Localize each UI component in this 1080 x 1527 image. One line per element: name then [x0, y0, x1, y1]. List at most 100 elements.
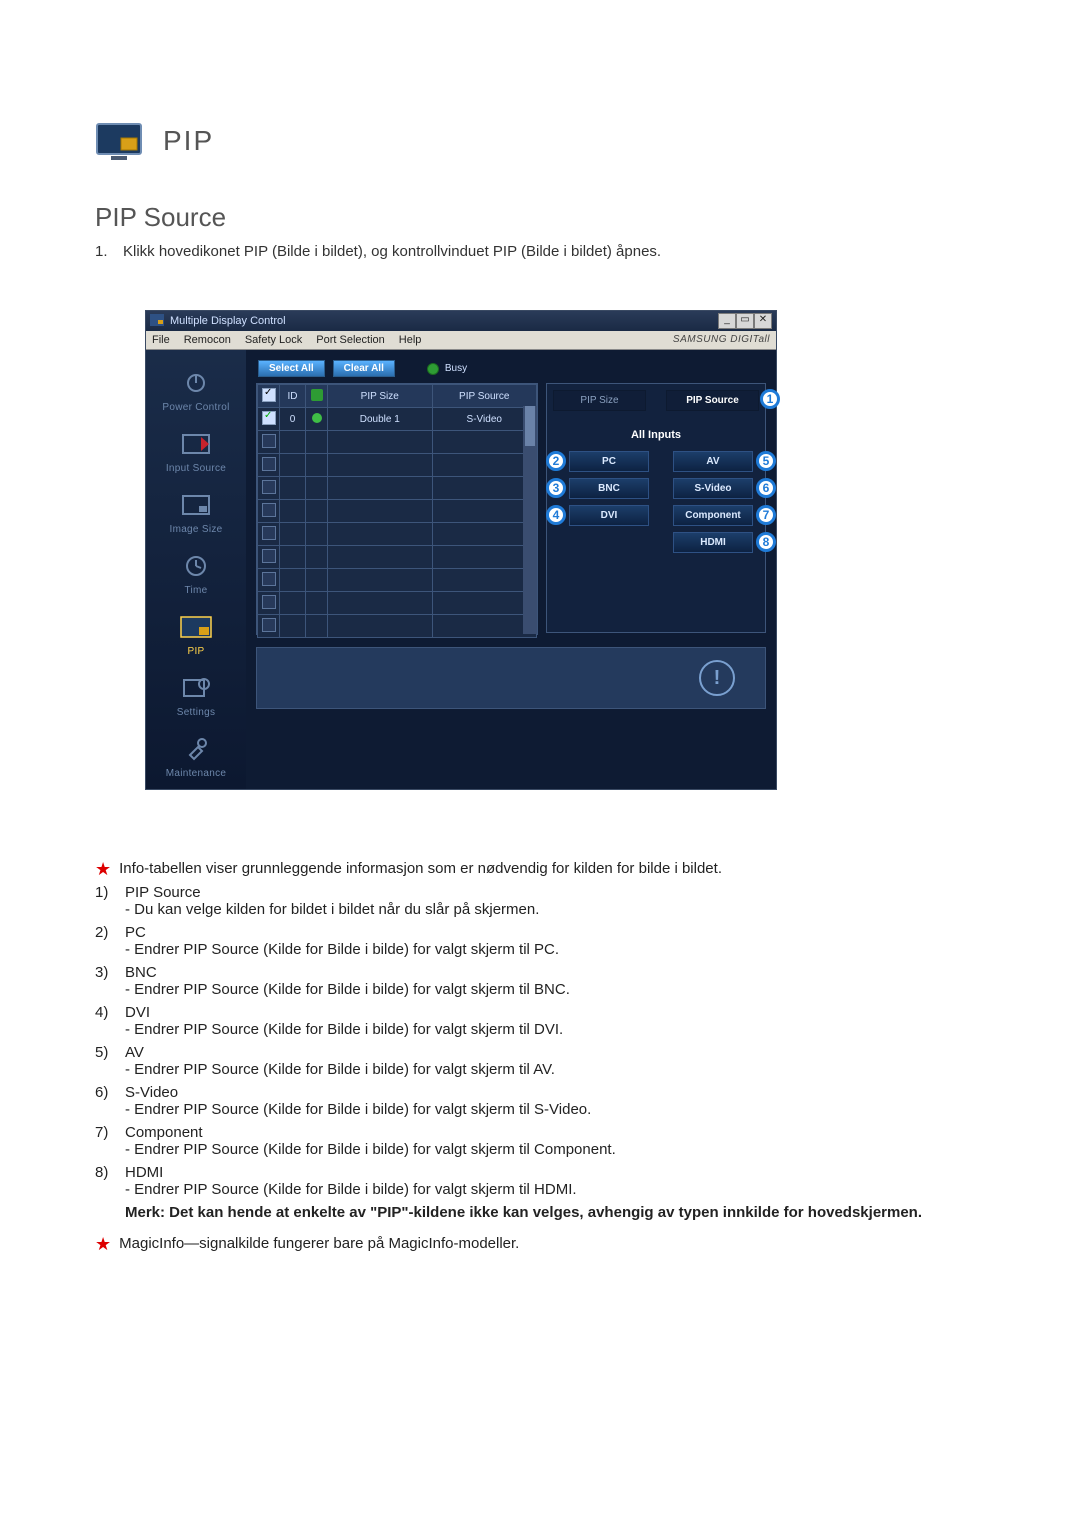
btn-av[interactable]: AV 5 [673, 451, 753, 472]
btn-pc[interactable]: PC 2 [569, 451, 649, 472]
btn-dvi[interactable]: DVI 4 [569, 505, 649, 526]
info-line-2: MagicInfo—signalkilde fungerer bare på M… [119, 1235, 519, 1252]
item-desc: - Endrer PIP Source (Kilde for Bilde i b… [95, 1181, 985, 1198]
tab-pip-size[interactable]: PIP Size [553, 390, 646, 411]
tab-pip-source[interactable]: PIP Source 1 [666, 390, 759, 411]
item-number: 7) [95, 1124, 119, 1141]
sidebar-item-time[interactable]: Time [176, 551, 216, 596]
menu-help[interactable]: Help [399, 334, 422, 346]
sidebar: Power Control Input Source Image Size Ti… [146, 350, 246, 789]
cell-pip-size: Double 1 [328, 408, 433, 431]
item-desc: - Endrer PIP Source (Kilde for Bilde i b… [95, 981, 985, 998]
item-desc: - Endrer PIP Source (Kilde for Bilde i b… [95, 941, 985, 958]
item-number: 2) [95, 924, 119, 941]
time-icon [176, 551, 216, 581]
power-icon [176, 368, 216, 398]
row-checkbox[interactable]: ✓ [262, 411, 276, 425]
window-min-button[interactable]: _ [718, 313, 736, 329]
item-number: 5) [95, 1044, 119, 1061]
row-checkbox[interactable] [262, 526, 276, 540]
item-number: 8) [95, 1164, 119, 1181]
cell-id: 0 [280, 408, 306, 431]
cell-pip-source: S-Video [432, 408, 537, 431]
col-status[interactable] [306, 385, 328, 408]
item-number: 1) [95, 884, 119, 901]
item-title: PIP Source [125, 884, 201, 901]
btn-svideo[interactable]: S-Video 6 [673, 478, 753, 499]
app-icon [150, 314, 164, 329]
busy-label: Busy [445, 363, 467, 374]
brand-logo: SAMSUNG DIGITall [673, 334, 770, 346]
btn-hdmi[interactable]: HDMI 8 [673, 532, 753, 553]
btn-bnc[interactable]: BNC 3 [569, 478, 649, 499]
info-line-1: Info-tabellen viser grunnleggende inform… [119, 860, 722, 877]
callout-3: 3 [546, 478, 566, 498]
sidebar-item-pip[interactable]: PIP [176, 612, 216, 657]
app-window: Multiple Display Control _ ▭ ✕ File Remo… [145, 310, 777, 790]
status-dot-icon [312, 413, 322, 423]
explanation-item: 3)BNC- Endrer PIP Source (Kilde for Bild… [95, 964, 985, 998]
intro-number: 1. [95, 243, 113, 260]
sidebar-item-power[interactable]: Power Control [162, 368, 229, 413]
row-checkbox[interactable] [262, 618, 276, 632]
row-checkbox[interactable] [262, 434, 276, 448]
status-header-icon [311, 389, 323, 401]
window-max-button[interactable]: ▭ [736, 313, 754, 329]
row-checkbox[interactable] [262, 480, 276, 494]
item-number: 3) [95, 964, 119, 981]
item-desc: - Du kan velge kilden for bildet i bilde… [95, 901, 985, 918]
sidebar-item-image-size[interactable]: Image Size [169, 490, 222, 535]
table-row[interactable]: ✓ 0 Double 1 S-Video [258, 408, 537, 431]
item-title: DVI [125, 1004, 150, 1021]
row-checkbox[interactable] [262, 457, 276, 471]
explanation-item: 1) PIP Source- Du kan velge kilden for bi… [95, 884, 985, 918]
maintenance-icon [176, 734, 216, 764]
item-desc: - Endrer PIP Source (Kilde for Bilde i b… [95, 1021, 985, 1038]
pip-panel: PIP Size PIP Source 1 All Inputs PC [546, 383, 766, 633]
note-text: Merk: Det kan hende at enkelte av "PIP"-… [95, 1204, 985, 1221]
window-title: Multiple Display Control [170, 315, 286, 327]
explanation-item: 7)Component- Endrer PIP Source (Kilde fo… [95, 1124, 985, 1158]
item-title: PC [125, 924, 146, 941]
settings-icon [176, 673, 216, 703]
row-checkbox[interactable] [262, 503, 276, 517]
sidebar-item-maintenance[interactable]: Maintenance [166, 734, 227, 779]
menu-safety-lock[interactable]: Safety Lock [245, 334, 302, 346]
menu-remocon[interactable]: Remocon [184, 334, 231, 346]
select-all-button[interactable]: Select All [258, 360, 325, 377]
item-title: HDMI [125, 1164, 163, 1181]
menu-port-selection[interactable]: Port Selection [316, 334, 384, 346]
callout-4: 4 [546, 505, 566, 525]
row-checkbox[interactable] [262, 549, 276, 563]
explanation-item: 8) HDMI- Endrer PIP Source (Kilde for Bil… [95, 1164, 985, 1198]
col-check[interactable]: ✓ [258, 385, 280, 408]
col-id[interactable]: ID [280, 385, 306, 408]
row-checkbox[interactable] [262, 595, 276, 609]
section-subtitle: PIP Source [95, 202, 985, 233]
callout-1: 1 [760, 389, 780, 409]
grid-scrollbar[interactable] [523, 406, 537, 634]
explanation-item: 4) DVI- Endrer PIP Source (Kilde for Bild… [95, 1004, 985, 1038]
sidebar-item-settings[interactable]: Settings [176, 673, 216, 718]
clear-all-button[interactable]: Clear All [333, 360, 395, 377]
explanation-item: 6)S-Video- Endrer PIP Source (Kilde for … [95, 1084, 985, 1118]
window-close-button[interactable]: ✕ [754, 313, 772, 329]
col-pip-size[interactable]: PIP Size [328, 385, 433, 408]
item-number: 4) [95, 1004, 119, 1021]
btn-component[interactable]: Component 7 [673, 505, 753, 526]
callout-5: 5 [756, 451, 776, 471]
item-desc: - Endrer PIP Source (Kilde for Bilde i b… [95, 1061, 985, 1078]
menu-file[interactable]: File [152, 334, 170, 346]
row-checkbox[interactable] [262, 572, 276, 586]
star-icon: ★ [95, 860, 111, 878]
item-title: Component [125, 1124, 203, 1141]
col-pip-source[interactable]: PIP Source [432, 385, 537, 408]
item-number: 6) [95, 1084, 119, 1101]
image-size-icon [176, 490, 216, 520]
callout-6: 6 [756, 478, 776, 498]
item-desc: - Endrer PIP Source (Kilde for Bilde i b… [95, 1101, 985, 1118]
callout-8: 8 [756, 532, 776, 552]
alert-icon: ! [699, 660, 735, 696]
sidebar-item-input-source[interactable]: Input Source [166, 429, 226, 474]
intro-text: Klikk hovedikonet PIP (Bilde i bildet), … [123, 243, 661, 260]
